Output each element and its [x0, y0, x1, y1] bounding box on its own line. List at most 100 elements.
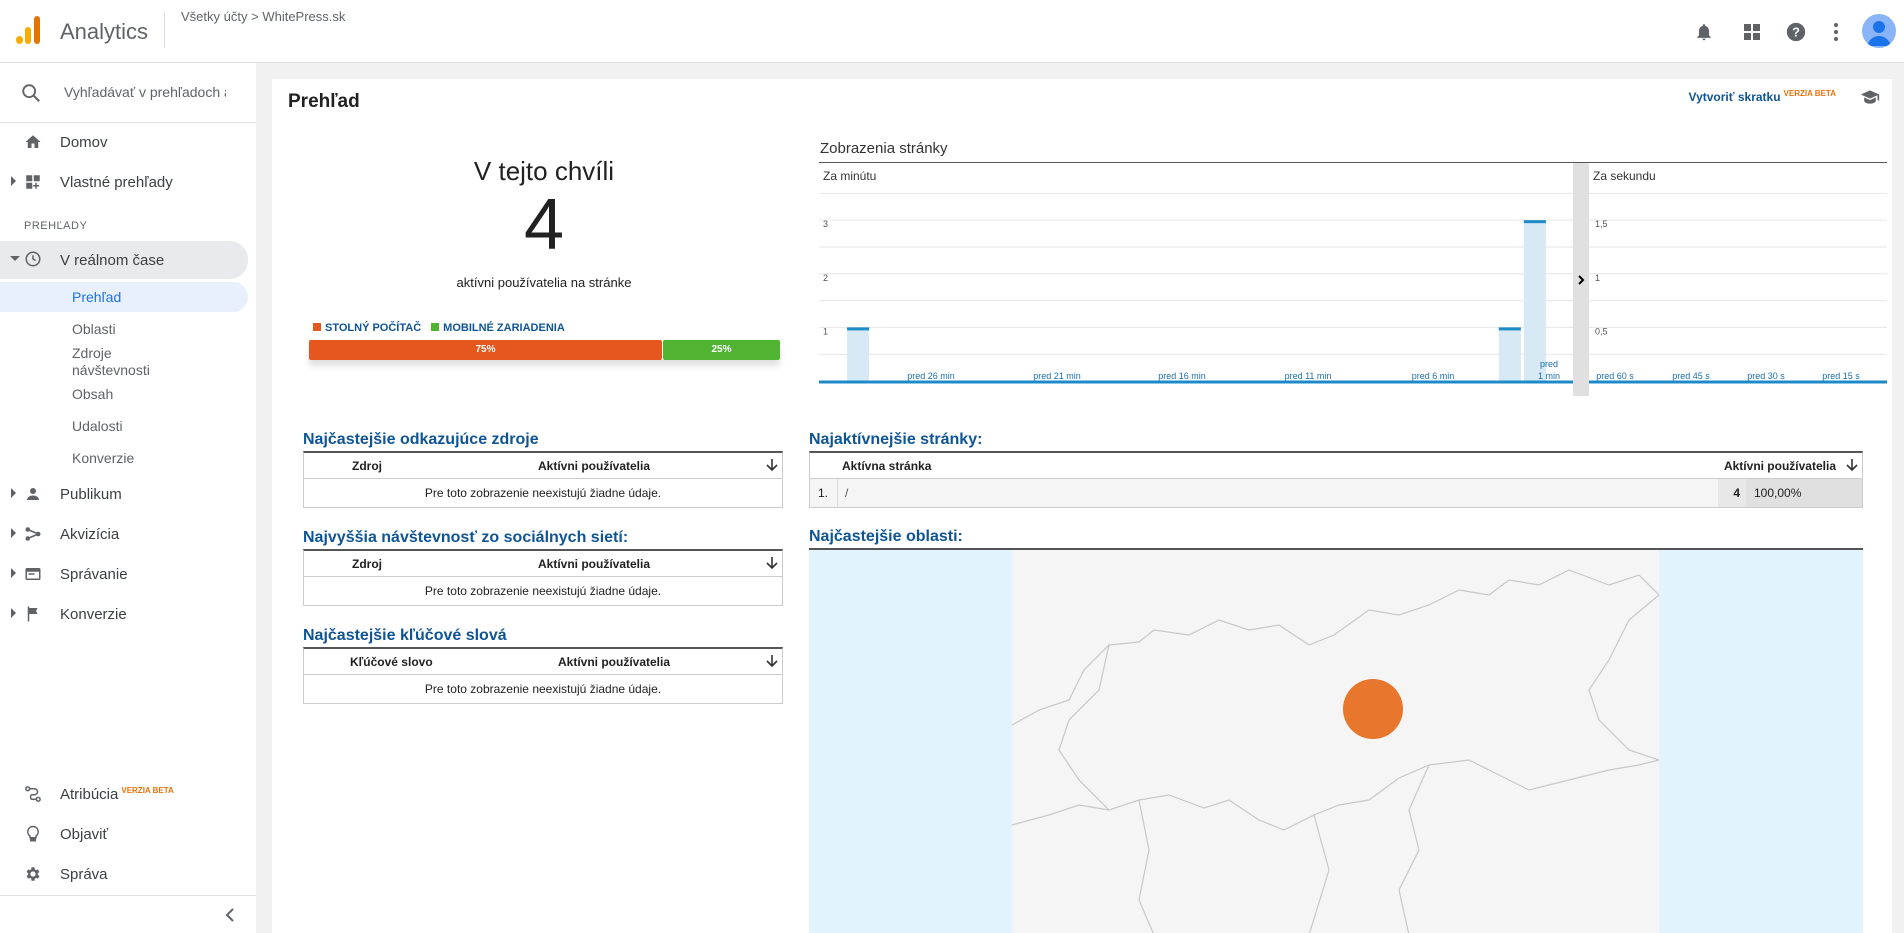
x-tick-label: pred 15 s [1822, 371, 1860, 381]
row-index: 1. [818, 486, 829, 500]
column-header-active-users[interactable]: Aktívni používatelia [538, 557, 650, 571]
social-table: Zdroj Aktívni používatelia Pre toto zobr… [303, 549, 783, 606]
sidebar-subitem-conversions[interactable]: Konverzie [72, 450, 134, 467]
y-tick-label: 1 [823, 326, 828, 336]
top-keywords-title: Najčastejšie kľúčové slová [303, 627, 507, 644]
sidebar-item-behavior[interactable]: Správanie [0, 556, 256, 592]
top-pages-title: Najaktívnejšie stránky: [809, 431, 983, 448]
more-vert-icon[interactable] [1822, 18, 1850, 46]
column-header-active-page[interactable]: Aktívna stránka [842, 459, 931, 473]
legend-desktop: STOLNÝ POČÍTAČ [313, 322, 421, 334]
analytics-logo-icon[interactable] [14, 16, 42, 44]
y-tick-label: 2 [823, 273, 828, 283]
x-tick-label: pred 45 s [1672, 371, 1710, 381]
desktop-share-bar: 75% [309, 340, 662, 360]
map-land [1012, 550, 1659, 933]
create-shortcut-link[interactable]: Vytvoriť skratku VERZIA BETA [1689, 89, 1836, 104]
device-legend: STOLNÝ POČÍTAČ MOBILNÉ ZARIADENIA [313, 322, 565, 334]
acquisition-icon [25, 527, 41, 541]
top-referrals-title: Najčastejšie odkazujúce zdroje [303, 431, 539, 448]
empty-message: Pre toto zobrazenie neexistujú žiadne úd… [424, 486, 662, 500]
sidebar-item-realtime[interactable]: V reálnom čase [0, 241, 248, 279]
sidebar-subitem-events[interactable]: Udalosti [72, 418, 123, 435]
column-header-active-users[interactable]: Aktívni používatelia [1724, 459, 1836, 473]
collapse-sidebar-icon[interactable] [222, 906, 240, 924]
legend-mobile: MOBILNÉ ZARIADENIA [431, 322, 565, 334]
expand-arrow-icon [11, 528, 16, 538]
top-bar: Analytics Všetky účty > WhitePress.sk ? [0, 0, 1904, 63]
sidebar-subitem-locations[interactable]: Oblasti [72, 321, 116, 338]
active-item-highlight [0, 282, 248, 312]
bar-top [1523, 220, 1546, 224]
column-header-active-users[interactable]: Aktívni používatelia [538, 459, 650, 473]
account-avatar-icon[interactable] [1862, 14, 1896, 48]
search-input[interactable]: Vyhľadávať v prehľadoch a p [64, 84, 226, 100]
lightbulb-icon [27, 825, 39, 842]
y-tick-label: 0,5 [1595, 326, 1608, 336]
row-count: 4 [1718, 479, 1746, 507]
search-icon [22, 84, 40, 102]
bell-icon[interactable] [1690, 18, 1718, 46]
chart-expand-toggle[interactable] [1573, 163, 1589, 396]
bar-top [1498, 327, 1521, 331]
x-tick-label: pred [1540, 359, 1558, 369]
sidebar-item-home[interactable]: Domov [0, 124, 256, 160]
dashboard-icon [26, 175, 40, 189]
attribution-label: Atribúcia [60, 785, 119, 803]
sidebar-item-acquisition[interactable]: Akvizícia [0, 516, 256, 552]
sidebar-item-discover[interactable]: Objaviť [0, 816, 256, 852]
sort-down-icon[interactable] [766, 654, 778, 671]
pageviews-charts: Za minútu 1 2 3 pred 26 min pred 21 min pred … [819, 162, 1887, 397]
help-icon[interactable]: ? [1782, 18, 1810, 46]
column-header-active-users[interactable]: Aktívni používatelia [558, 655, 670, 669]
expand-arrow-icon [11, 176, 16, 186]
y-tick-label: 1,5 [1595, 219, 1608, 229]
keywords-table: Kľúčové slovo Aktívni používatelia Pre t… [303, 647, 783, 704]
x-tick-label: pred 21 min [1033, 371, 1081, 381]
column-header-source[interactable]: Zdroj [352, 459, 382, 473]
home-icon [25, 135, 41, 148]
x-tick-label: 1 min [1538, 371, 1560, 381]
per-second-chart: Za sekundu 0,5 1 1,5 pred 60 s pred 45 s pred… [1589, 169, 1887, 384]
empty-message: Pre toto zobrazenie neexistujú žiadne úd… [424, 682, 662, 696]
sidebar-subitem-overview[interactable]: Prehľad [72, 289, 121, 306]
sort-down-icon[interactable] [766, 458, 778, 475]
breadcrumb[interactable]: Všetky účty > WhitePress.sk [181, 9, 345, 24]
sidebar-item-conversions[interactable]: Konverzie [0, 596, 256, 632]
sort-down-icon[interactable] [1846, 458, 1858, 475]
per-minute-label: Za minútu [823, 169, 876, 183]
column-header-keyword[interactable]: Kľúčové slovo [350, 655, 433, 669]
sidebar-subitem-content[interactable]: Obsah [72, 386, 113, 403]
breadcrumb-property[interactable]: WhitePress.sk [262, 9, 345, 24]
empty-message: Pre toto zobrazenie neexistujú žiadne úd… [424, 584, 662, 598]
flag-icon [27, 606, 38, 622]
breadcrumb-account[interactable]: Všetky účty [181, 9, 247, 24]
sidebar-subitem-traffic-sources[interactable]: Zdroje návštevnosti [72, 345, 192, 379]
sort-down-icon[interactable] [766, 556, 778, 573]
main-content: Prehľad Vytvoriť skratku VERZIA BETA V te… [272, 79, 1892, 933]
device-split-bar: 75% 25% [309, 340, 780, 360]
table-header: Kľúčové slovo Aktívni používatelia [304, 649, 782, 675]
row-page-link[interactable]: / [845, 486, 848, 500]
report-search[interactable]: Vyhľadávať v prehľadoch a p [0, 63, 256, 123]
app-title[interactable]: Analytics [60, 19, 148, 45]
x-tick-label: pred 6 min [1412, 371, 1455, 381]
graduation-cap-icon[interactable] [1860, 89, 1880, 105]
active-pages-table: Aktívna stránka Aktívni používatelia 1. … [809, 451, 1863, 508]
sidebar-item-audience[interactable]: Publikum [0, 476, 256, 512]
bar [1523, 220, 1546, 381]
table-header: Zdroj Aktívni používatelia [304, 551, 782, 577]
y-tick-label: 3 [823, 219, 828, 229]
bar [847, 327, 870, 381]
sidebar-item-attribution[interactable]: Atribúcia VERZIA BETA [0, 776, 256, 812]
table-row[interactable]: 1. / 4 100,00% [810, 479, 1862, 507]
bar [1498, 327, 1521, 381]
locations-map[interactable] [809, 548, 1863, 933]
column-header-source[interactable]: Zdroj [352, 557, 382, 571]
apps-icon[interactable] [1738, 18, 1766, 46]
sidebar-item-custom-reports[interactable]: Vlastné prehľady [0, 164, 256, 200]
table-header: Zdroj Aktívni používatelia [304, 453, 782, 479]
x-tick-label: pred 11 min [1285, 371, 1332, 381]
sidebar-item-admin[interactable]: Správa [0, 856, 256, 892]
bar-top [847, 327, 870, 331]
